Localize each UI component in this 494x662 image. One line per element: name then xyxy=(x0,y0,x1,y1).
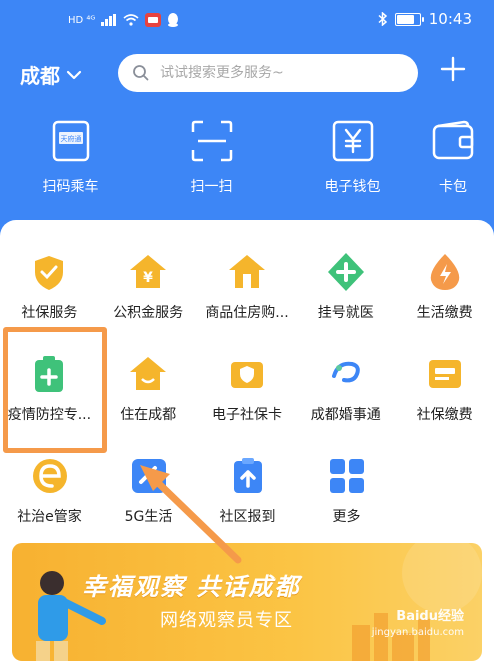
search-icon xyxy=(133,65,149,81)
service-label: 挂号就医 xyxy=(317,305,374,321)
services-row: 社治e管家 5G生活 社区报到 更多 xyxy=(0,446,494,548)
watermark: Baidu经验 jingyan.baidu.com xyxy=(372,609,464,641)
service-label: 社保服务 xyxy=(21,305,78,321)
status-time: 10:43 xyxy=(428,10,472,28)
house-yuan-icon: ¥ xyxy=(126,250,170,294)
promo-banner[interactable]: 幸福观察 共话成都 网络观察员专区 xyxy=(12,543,482,661)
service-label: 5G生活 xyxy=(124,509,173,525)
search-input[interactable] xyxy=(158,64,402,82)
swirl-logo-icon xyxy=(324,352,368,396)
svg-text:天府通: 天府通 xyxy=(60,134,81,143)
e-logo-icon xyxy=(28,454,72,498)
qq-icon xyxy=(168,13,179,27)
quick-action-card-wallet[interactable]: 卡包 xyxy=(423,118,483,198)
quick-action-transit[interactable]: 天府通 扫码乘车 xyxy=(0,118,141,198)
grid-more-icon xyxy=(325,454,369,498)
banner-subtitle: 网络观察员专区 xyxy=(160,610,293,631)
card-wallet-icon xyxy=(432,120,474,160)
signal-icon xyxy=(101,14,117,26)
battery-fill xyxy=(396,14,415,24)
service-live-in-chengdu[interactable]: 住在成都 xyxy=(99,344,198,446)
lightning-icon xyxy=(423,250,467,294)
service-label: 公积金服务 xyxy=(113,305,184,321)
header-row: 成都 xyxy=(0,52,494,96)
chevron-down-icon xyxy=(66,70,82,79)
service-label: 商品住房购... xyxy=(205,305,289,321)
shield-check-icon xyxy=(27,250,71,294)
service-label: 电子社保卡 xyxy=(211,407,282,423)
city-name: 成都 xyxy=(20,64,60,88)
search-box[interactable] xyxy=(118,54,418,92)
highlight-box xyxy=(3,327,107,453)
header-background: HD ⁴ᴳ 10:43 成都 天府通 扫码乘车 扫一扫 xyxy=(0,0,494,240)
add-icon[interactable] xyxy=(440,56,466,82)
quick-actions: 天府通 扫码乘车 扫一扫 电子钱包 卡包 xyxy=(0,118,494,198)
banner-decoration xyxy=(36,543,482,661)
status-bar: HD ⁴ᴳ 10:43 xyxy=(0,0,494,44)
transit-card-icon: 天府通 xyxy=(52,120,89,162)
clipboard-up-icon xyxy=(226,454,270,498)
service-label: 成都婚事通 xyxy=(310,407,381,423)
app-notification-icon xyxy=(145,13,162,27)
quick-action-label: 电子钱包 xyxy=(324,179,381,195)
service-marriage[interactable]: 成都婚事通 xyxy=(296,344,395,446)
battery-icon xyxy=(394,12,424,26)
service-utility-payment[interactable]: 生活缴费 xyxy=(395,242,494,344)
status-icons-left: HD ⁴ᴳ xyxy=(68,13,179,27)
quick-action-label: 卡包 xyxy=(439,179,467,195)
service-label: 社区报到 xyxy=(219,509,276,525)
city-selector[interactable]: 成都 xyxy=(20,60,82,89)
scan-icon xyxy=(191,120,232,162)
service-medical-registration[interactable]: 挂号就医 xyxy=(296,242,395,344)
service-e-social-card[interactable]: 电子社保卡 xyxy=(198,344,297,446)
5g-icon xyxy=(127,454,171,498)
service-social-payment[interactable]: 社保缴费 xyxy=(395,344,494,446)
service-5g-life[interactable]: 5G生活 xyxy=(99,446,198,548)
service-label: 住在成都 xyxy=(120,407,177,423)
svg-text:¥: ¥ xyxy=(143,270,153,286)
service-community-steward[interactable]: 社治e管家 xyxy=(0,446,99,548)
bluetooth-icon xyxy=(378,12,387,26)
id-card-icon xyxy=(423,352,467,396)
watermark-url: jingyan.baidu.com xyxy=(371,627,464,638)
service-label: 社保缴费 xyxy=(416,407,473,423)
shield-card-icon xyxy=(225,352,269,396)
watermark-brand: Baidu经验 xyxy=(396,609,464,624)
wifi-icon xyxy=(123,14,139,26)
service-label: 社治e管家 xyxy=(17,509,82,525)
service-more[interactable]: 更多 xyxy=(297,446,396,548)
quick-action-wallet[interactable]: 电子钱包 xyxy=(282,118,423,198)
quick-action-label: 扫一扫 xyxy=(190,179,233,195)
yuan-wallet-icon xyxy=(332,120,373,162)
banner-title: 幸福观察 共话成都 xyxy=(82,573,301,601)
service-housing-fund[interactable]: ¥ 公积金服务 xyxy=(99,242,198,344)
service-house-purchase[interactable]: 商品住房购... xyxy=(198,242,297,344)
service-label: 更多 xyxy=(332,509,361,525)
service-label: 生活缴费 xyxy=(416,305,473,321)
medical-cross-icon xyxy=(324,250,368,294)
quick-action-scan[interactable]: 扫一扫 xyxy=(141,118,282,198)
house-smile-icon xyxy=(126,352,170,396)
service-community-checkin[interactable]: 社区报到 xyxy=(198,446,297,548)
status-icons-right: 10:43 xyxy=(378,10,472,28)
house-tag-icon xyxy=(225,250,269,294)
quick-action-label: 扫码乘车 xyxy=(42,179,99,195)
signal-text: HD ⁴ᴳ xyxy=(68,14,96,26)
